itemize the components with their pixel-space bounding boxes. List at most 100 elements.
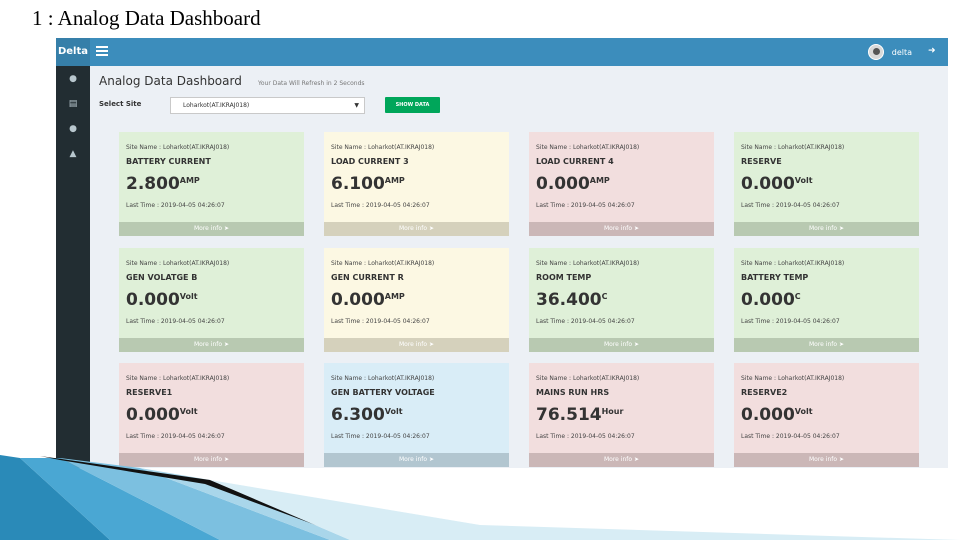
card-value-number: 0.000 — [741, 405, 795, 425]
more-info-link[interactable]: More info ➤ — [324, 338, 509, 352]
more-info-link[interactable]: More info ➤ — [119, 222, 304, 236]
sensor-card: Site Name : Loharkot(AT.IKRAJ018) ROOM TE… — [529, 248, 714, 352]
card-value-number: 76.514 — [536, 405, 602, 425]
arrow-circle-right-icon: ➤ — [223, 225, 229, 232]
card-metric-name: LOAD CURRENT 3 — [331, 157, 409, 166]
card-value: 0.000Volt — [126, 405, 198, 425]
card-site-name: Site Name : Loharkot(AT.IKRAJ018) — [331, 375, 435, 382]
more-info-link[interactable]: More info ➤ — [119, 338, 304, 352]
card-metric-name: LOAD CURRENT 4 — [536, 157, 614, 166]
dashboard-icon[interactable]: ● — [66, 74, 80, 84]
more-info-label: More info — [194, 225, 223, 232]
card-unit: C — [794, 292, 801, 301]
card-unit: AMP — [179, 176, 200, 185]
card-last-time: Last Time : 2019-04-05 04:26:07 — [331, 433, 430, 440]
card-last-time: Last Time : 2019-04-05 04:26:07 — [536, 433, 635, 440]
card-site-name: Site Name : Loharkot(AT.IKRAJ018) — [126, 260, 230, 267]
sensor-card: Site Name : Loharkot(AT.IKRAJ018) BATTERY… — [119, 132, 304, 236]
card-last-time: Last Time : 2019-04-05 04:26:07 — [536, 318, 635, 325]
sensor-card: Site Name : Loharkot(AT.IKRAJ018) BATTERY… — [734, 248, 919, 352]
sign-out-icon[interactable]: ➜ — [928, 46, 938, 56]
card-value: 0.000AMP — [331, 290, 405, 310]
card-metric-name: GEN BATTERY VOLTAGE — [331, 388, 435, 397]
card-last-time: Last Time : 2019-04-05 04:26:07 — [126, 318, 225, 325]
arrow-circle-right-icon: ➤ — [428, 225, 434, 232]
card-site-name: Site Name : Loharkot(AT.IKRAJ018) — [741, 144, 845, 151]
card-value-number: 0.000 — [126, 290, 180, 310]
card-site-name: Site Name : Loharkot(AT.IKRAJ018) — [331, 260, 435, 267]
card-value-number: 36.400 — [536, 290, 602, 310]
arrow-circle-right-icon: ➤ — [428, 341, 434, 348]
chart-icon[interactable]: ▤ — [66, 99, 80, 109]
card-unit: Volt — [179, 292, 198, 301]
card-value: 36.400C — [536, 290, 607, 310]
card-site-name: Site Name : Loharkot(AT.IKRAJ018) — [331, 144, 435, 151]
card-unit: Hour — [601, 407, 624, 416]
more-info-link[interactable]: More info ➤ — [734, 222, 919, 236]
more-info-link[interactable]: More info ➤ — [529, 222, 714, 236]
card-last-time: Last Time : 2019-04-05 04:26:07 — [331, 318, 430, 325]
card-unit: AMP — [384, 292, 405, 301]
avatar — [867, 44, 884, 60]
more-info-label: More info — [399, 225, 428, 232]
card-unit: C — [601, 292, 608, 301]
card-site-name: Site Name : Loharkot(AT.IKRAJ018) — [536, 375, 640, 382]
card-metric-name: MAINS RUN HRS — [536, 388, 610, 397]
card-value-number: 6.100 — [331, 174, 385, 194]
card-value-number: 6.300 — [331, 405, 385, 425]
user-name: delta — [891, 47, 912, 57]
more-info-label: More info — [809, 341, 838, 348]
show-data-button[interactable]: SHOW DATA — [385, 97, 440, 113]
card-last-time: Last Time : 2019-04-05 04:26:07 — [126, 202, 225, 209]
sidebar: ● ▤ ● ▲ — [56, 66, 90, 468]
sensor-card: Site Name : Loharkot(AT.IKRAJ018) LOAD CU… — [529, 132, 714, 236]
more-info-link[interactable]: More info ➤ — [324, 222, 509, 236]
more-info-label: More info — [604, 225, 633, 232]
card-value-number: 2.800 — [126, 174, 180, 194]
app-window: Delta delta ➜ ● ▤ ● ▲ Analog Data Dashbo… — [56, 38, 948, 468]
card-value: 6.100AMP — [331, 174, 405, 194]
card-site-name: Site Name : Loharkot(AT.IKRAJ018) — [741, 260, 845, 267]
user-menu[interactable]: delta — [867, 44, 912, 60]
sitemap-icon[interactable]: ▲ — [66, 149, 80, 159]
card-value: 0.000Volt — [741, 174, 813, 194]
card-site-name: Site Name : Loharkot(AT.IKRAJ018) — [741, 375, 845, 382]
card-last-time: Last Time : 2019-04-05 04:26:07 — [536, 202, 635, 209]
card-value-number: 0.000 — [741, 174, 795, 194]
card-site-name: Site Name : Loharkot(AT.IKRAJ018) — [536, 260, 640, 267]
card-last-time: Last Time : 2019-04-05 04:26:07 — [741, 318, 840, 325]
more-info-link[interactable]: More info ➤ — [734, 338, 919, 352]
card-last-time: Last Time : 2019-04-05 04:26:07 — [741, 433, 840, 440]
card-unit: Volt — [794, 176, 813, 185]
card-metric-name: RESERVE1 — [126, 388, 173, 397]
hamburger-icon[interactable] — [96, 46, 108, 58]
card-metric-name: GEN CURRENT R — [331, 273, 404, 282]
card-value: 2.800AMP — [126, 174, 200, 194]
card-value-number: 0.000 — [536, 174, 590, 194]
card-metric-name: RESERVE2 — [741, 388, 788, 397]
arrow-circle-right-icon: ➤ — [223, 341, 229, 348]
slide-decoration — [0, 455, 960, 540]
card-unit: AMP — [384, 176, 405, 185]
card-value: 0.000Volt — [741, 405, 813, 425]
card-unit: AMP — [589, 176, 610, 185]
card-site-name: Site Name : Loharkot(AT.IKRAJ018) — [536, 144, 640, 151]
site-select[interactable]: Loharkot(AT.IKRAJ018) ▼ — [170, 97, 365, 114]
top-navbar: Delta delta ➜ — [56, 38, 948, 66]
card-last-time: Last Time : 2019-04-05 04:26:07 — [741, 202, 840, 209]
sensor-card: Site Name : Loharkot(AT.IKRAJ018) GEN CUR… — [324, 248, 509, 352]
sensor-card: Site Name : Loharkot(AT.IKRAJ018) LOAD CU… — [324, 132, 509, 236]
main-content: Analog Data Dashboard Your Data Will Ref… — [90, 66, 948, 468]
card-value-number: 0.000 — [331, 290, 385, 310]
dashboard-icon[interactable]: ● — [66, 124, 80, 134]
more-info-link[interactable]: More info ➤ — [529, 338, 714, 352]
more-info-label: More info — [604, 341, 633, 348]
card-metric-name: BATTERY CURRENT — [126, 157, 211, 166]
app-logo[interactable]: Delta — [56, 38, 90, 66]
card-unit: Volt — [179, 407, 198, 416]
card-unit: Volt — [384, 407, 403, 416]
card-value: 0.000AMP — [536, 174, 610, 194]
card-metric-name: BATTERY TEMP — [741, 273, 809, 282]
more-info-label: More info — [399, 341, 428, 348]
more-info-label: More info — [809, 225, 838, 232]
